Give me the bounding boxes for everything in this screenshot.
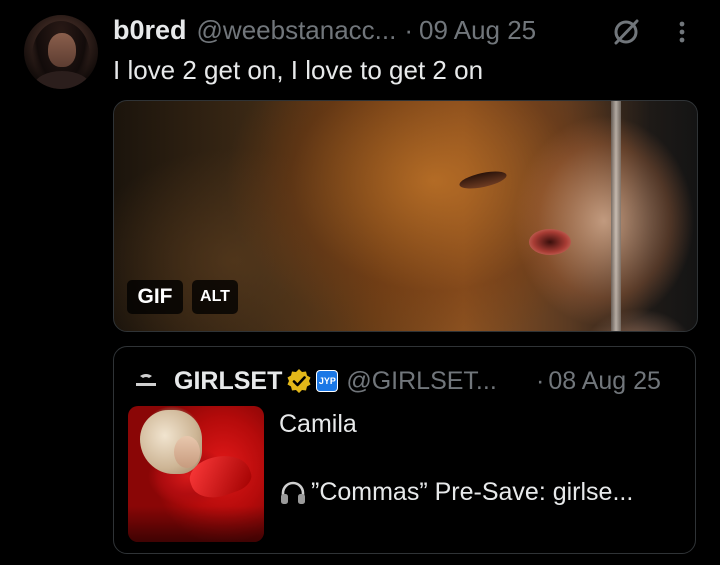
gif-badge: GIF <box>127 280 183 314</box>
alt-badge[interactable]: ALT <box>192 280 238 314</box>
media-mouth <box>529 229 571 255</box>
avatar[interactable] <box>24 15 98 89</box>
quoted-post-thumbnail[interactable] <box>128 406 264 542</box>
verified-gold-icon <box>287 369 311 393</box>
quoted-post-title: Camila <box>279 410 357 438</box>
post-text: I love 2 get on, I love to get 2 on <box>113 55 484 85</box>
thumbnail-shadow <box>128 506 264 542</box>
grok-icon[interactable] <box>610 16 642 48</box>
avatar-face <box>48 33 76 67</box>
post-header: b0red @weebstanacc... · 09 Aug 25 <box>113 13 536 47</box>
quoted-post-header: GIRLSET JYP @GIRLSET... <box>130 364 497 398</box>
separator-dot: · <box>404 14 414 45</box>
quoted-separator-dot: · <box>536 366 545 395</box>
media-background-pole <box>611 101 621 331</box>
media-eye <box>458 168 508 192</box>
more-options-icon[interactable] <box>670 16 694 48</box>
affiliate-badge-text: JYP <box>317 371 338 391</box>
quoted-post-body: ”Commas” Pre-Save: girlse... <box>311 478 634 506</box>
quoted-display-name[interactable]: GIRLSET <box>174 367 282 396</box>
quoted-post-meta: · 08 Aug 25 <box>536 364 661 398</box>
thumbnail-face <box>174 436 200 468</box>
display-name[interactable]: b0red <box>113 15 187 46</box>
post-date[interactable]: 09 Aug 25 <box>419 15 536 46</box>
quoted-user-handle[interactable]: @GIRLSET... <box>346 367 496 396</box>
affiliate-badge-icon[interactable]: JYP <box>316 370 339 392</box>
user-handle[interactable]: @weebstanacc... <box>197 15 397 46</box>
quoted-post-date[interactable]: 08 Aug 25 <box>548 367 661 396</box>
girlset-logo-icon <box>136 374 156 386</box>
headphones-icon <box>281 481 305 504</box>
quoted-post-body-line: ”Commas” Pre-Save: girlse... <box>279 478 633 507</box>
